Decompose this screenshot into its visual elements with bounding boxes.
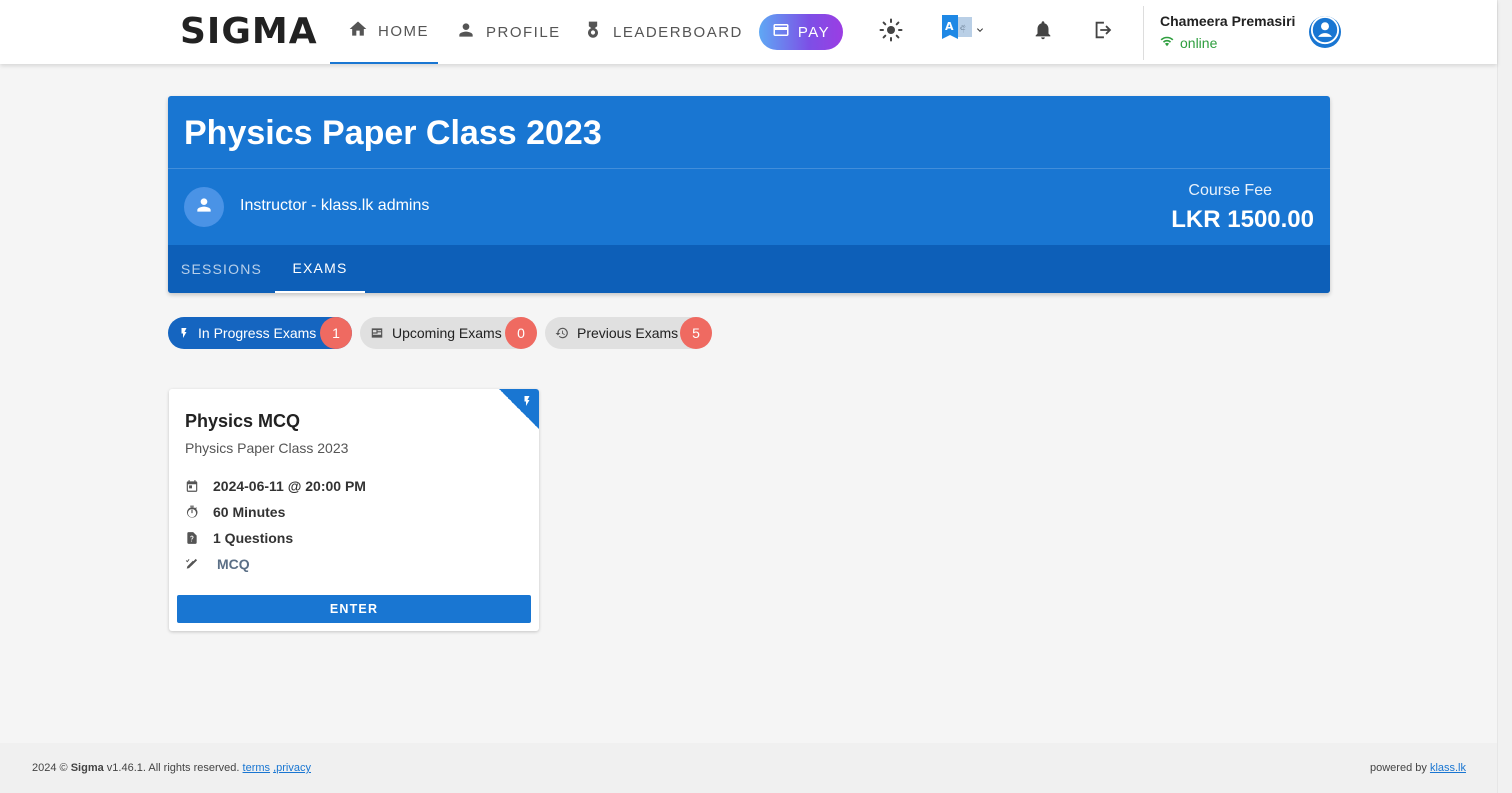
wifi-icon bbox=[1160, 34, 1174, 51]
course-fee-label: Course Fee bbox=[1188, 182, 1272, 199]
filter-label: Upcoming Exams bbox=[392, 325, 502, 341]
language-selector[interactable]: Aඅ bbox=[940, 14, 990, 50]
footer-powered-by: powered by klass.lk bbox=[1370, 762, 1466, 774]
vertical-scrollbar[interactable] bbox=[1497, 0, 1512, 793]
exam-duration: 60 Minutes bbox=[185, 504, 285, 520]
user-avatar[interactable] bbox=[1309, 15, 1341, 50]
medal-icon bbox=[583, 20, 603, 44]
filter-label: In Progress Exams bbox=[198, 325, 317, 341]
exam-questions: 1 Questions bbox=[185, 530, 293, 546]
instructor-avatar bbox=[184, 187, 224, 227]
count-badge: 5 bbox=[680, 317, 712, 349]
copyright-prefix: 2024 © bbox=[32, 762, 68, 774]
tab-exams[interactable]: EXAMS bbox=[275, 245, 365, 293]
person-icon bbox=[456, 20, 476, 44]
footer: 2024 © Sigma v1.46.1. All rights reserve… bbox=[0, 743, 1497, 793]
home-icon bbox=[348, 19, 368, 43]
sun-icon bbox=[879, 18, 903, 47]
user-name: Chameera Premasiri bbox=[1160, 13, 1296, 29]
exam-course-name: Physics Paper Class 2023 bbox=[185, 440, 349, 456]
question-file-icon bbox=[185, 531, 213, 545]
course-header-divider bbox=[168, 168, 1330, 169]
filter-previous-exams[interactable]: Previous Exams 5 bbox=[545, 317, 712, 349]
logout-button[interactable] bbox=[1087, 16, 1119, 48]
exam-type: MCQ bbox=[185, 556, 250, 572]
header-divider bbox=[1143, 6, 1144, 60]
instructor-name: Instructor - klass.lk admins bbox=[240, 197, 430, 214]
nav-leaderboard-label: LEADERBOARD bbox=[613, 23, 743, 41]
terms-link[interactable]: terms bbox=[243, 762, 271, 774]
bolt-icon bbox=[521, 394, 533, 413]
user-status-label: online bbox=[1180, 34, 1218, 51]
filter-upcoming-exams[interactable]: Upcoming Exams 0 bbox=[360, 317, 537, 349]
klass-link[interactable]: klass.lk bbox=[1430, 762, 1466, 774]
footer-brand: Sigma bbox=[70, 762, 104, 774]
powered-by-label: powered by bbox=[1370, 762, 1427, 774]
exam-duration-text: 60 Minutes bbox=[213, 504, 286, 520]
filter-label: Previous Exams bbox=[577, 325, 679, 341]
nav-leaderboard[interactable]: LEADERBOARD bbox=[583, 0, 743, 64]
nav-profile[interactable]: PROFILE bbox=[456, 0, 561, 64]
calendar-icon bbox=[185, 479, 213, 493]
exam-datetime: 2024-06-11 @ 20:00 PM bbox=[185, 478, 366, 494]
nav-profile-label: PROFILE bbox=[486, 23, 561, 41]
exam-type-text: MCQ bbox=[217, 556, 250, 572]
count-badge: 1 bbox=[320, 317, 352, 349]
nav-home-label: HOME bbox=[378, 22, 429, 40]
sigma-logo[interactable]: SIGMA bbox=[180, 12, 318, 52]
top-app-bar: SIGMA HOME PROFILE LEADERBOARD PAY Aඅ Ch… bbox=[0, 0, 1497, 64]
tab-sessions[interactable]: SESSIONS bbox=[168, 245, 275, 293]
translate-icon: Aඅ bbox=[940, 14, 974, 50]
news-icon bbox=[370, 326, 384, 340]
count-badge: 0 bbox=[505, 317, 537, 349]
credit-card-icon bbox=[772, 21, 790, 43]
person-icon bbox=[194, 195, 214, 220]
user-status: online bbox=[1160, 34, 1217, 51]
logout-icon bbox=[1092, 19, 1114, 46]
svg-text:A: A bbox=[945, 20, 954, 33]
timer-icon bbox=[185, 505, 213, 519]
notifications-button[interactable] bbox=[1027, 16, 1059, 48]
history-icon bbox=[555, 326, 569, 340]
course-title: Physics Paper Class 2023 bbox=[184, 114, 602, 152]
exam-datetime-text: 2024-06-11 @ 20:00 PM bbox=[213, 478, 366, 494]
pay-button[interactable]: PAY bbox=[759, 14, 843, 50]
filter-in-progress-exams[interactable]: In Progress Exams 1 bbox=[168, 317, 352, 349]
pay-button-label: PAY bbox=[797, 23, 831, 41]
svg-text:අ: අ bbox=[960, 23, 966, 33]
exam-card: Physics MCQ Physics Paper Class 2023 202… bbox=[169, 389, 539, 631]
exam-title: Physics MCQ bbox=[185, 411, 301, 431]
nav-home[interactable]: HOME bbox=[330, 0, 438, 64]
bell-icon bbox=[1032, 19, 1054, 46]
bolt-icon bbox=[178, 326, 190, 340]
exam-questions-text: 1 Questions bbox=[213, 530, 294, 546]
footer-version: v1.46.1. All rights reserved. bbox=[106, 762, 240, 774]
theme-toggle-button[interactable] bbox=[875, 16, 907, 48]
status-ribbon bbox=[499, 389, 539, 429]
course-fee-value: LKR 1500.00 bbox=[1171, 206, 1314, 233]
footer-copyright: 2024 © Sigma v1.46.1. All rights reserve… bbox=[32, 762, 311, 774]
course-tabs: SESSIONS EXAMS bbox=[168, 245, 1330, 293]
privacy-link[interactable]: ,privacy bbox=[273, 762, 311, 774]
checklist-pen-icon bbox=[185, 557, 213, 571]
course-header-card: Physics Paper Class 2023 Instructor - kl… bbox=[168, 96, 1330, 293]
account-circle-icon bbox=[1310, 15, 1340, 50]
enter-exam-button[interactable]: ENTER bbox=[177, 595, 531, 623]
chevron-down-icon bbox=[974, 23, 986, 41]
